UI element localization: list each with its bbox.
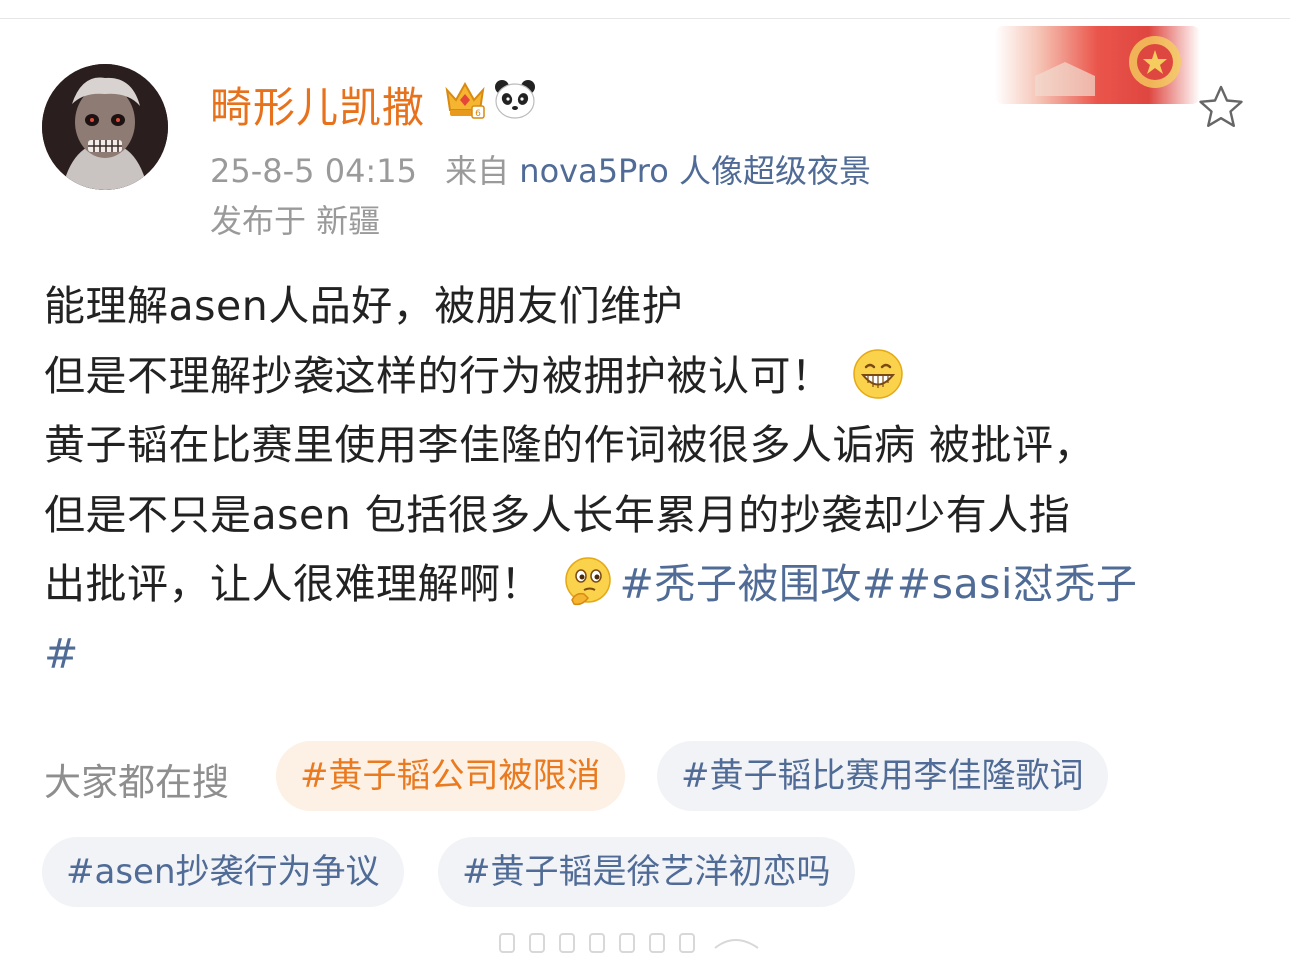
- watermark-fragment: [499, 933, 759, 953]
- post-content: 能理解asen人品好，被朋友们维护 但是不理解抄袭这样的行为被拥护被认可！ 黄子…: [44, 272, 1254, 689]
- hashtag-link[interactable]: #sasi怼秃子: [897, 560, 1138, 608]
- source-device-link[interactable]: nova5Pro 人像超级夜景: [519, 152, 871, 190]
- post-line: 黄子韬在比赛里使用李佳隆的作词被很多人诟病 被批评，: [44, 421, 1096, 469]
- thinking-emoji: [564, 557, 611, 606]
- post-line-text: 出批评，让人很难理解啊！: [44, 560, 542, 608]
- author-avatar[interactable]: [42, 64, 168, 190]
- trending-chip[interactable]: #黄子韬是徐艺洋初恋吗: [438, 837, 855, 907]
- post-line: 但是不只是asen 包括很多人长年累月的抄袭却少有人指: [44, 490, 1071, 539]
- post-line: #: [44, 620, 1254, 690]
- post-line-text: 但是不理解抄袭这样的行为被拥护被认可！: [44, 351, 833, 400]
- post-timestamp: 25-8-5 04:15: [210, 152, 417, 190]
- hashtag-link[interactable]: #秃子被围攻#: [620, 560, 897, 608]
- vip-crown-icon[interactable]: 6: [442, 76, 488, 122]
- avatar-image: [42, 64, 168, 190]
- trending-chip-hot[interactable]: #黄子韬公司被限消: [276, 741, 625, 811]
- trending-chip[interactable]: #asen抄袭行为争议: [42, 837, 404, 907]
- post-line-with-emoji: 但是不理解抄袭这样的行为被拥护被认可！: [44, 342, 1254, 412]
- panda-icon[interactable]: [493, 78, 537, 120]
- grin-emoji: [853, 348, 903, 399]
- post-location: 发布于 新疆: [210, 202, 381, 240]
- svg-text:6: 6: [475, 109, 481, 119]
- post-line: 能理解asen人品好，被朋友们维护: [44, 282, 684, 330]
- red-flag-banner: [995, 26, 1200, 104]
- trending-chip[interactable]: #黄子韬比赛用李佳隆歌词: [657, 741, 1108, 811]
- author-name[interactable]: 畸形儿凯撒: [210, 74, 425, 135]
- post-line-with-hashtags: 出批评，让人很难理解啊！ #秃子被围攻##sasi怼秃子: [44, 550, 1254, 620]
- trending-search-label: 大家都在搜: [44, 761, 229, 804]
- post-meta: 25-8-5 04:15 来自 nova5Pro 人像超级夜景: [210, 146, 871, 192]
- star-outline-icon[interactable]: [1196, 82, 1246, 132]
- top-divider: [0, 18, 1290, 19]
- source-prefix: 来自: [445, 152, 510, 190]
- hashtag-link-end[interactable]: #: [44, 630, 79, 678]
